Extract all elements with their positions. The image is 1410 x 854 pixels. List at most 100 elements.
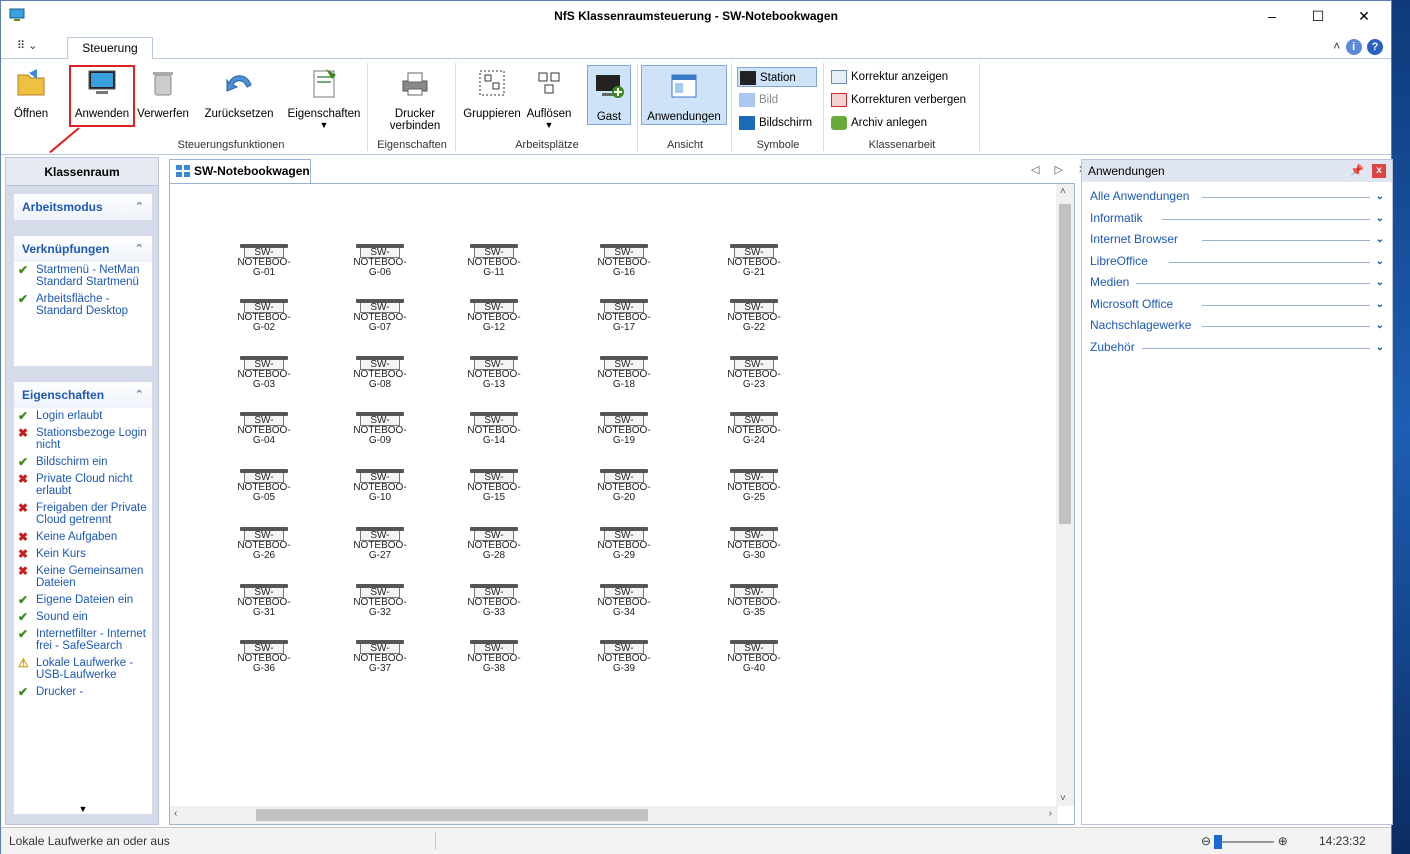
scroll-down-arrow-icon[interactable]: ˅ <box>1060 793 1066 804</box>
anwendungen-view-button[interactable]: Anwendungen <box>641 65 727 125</box>
chevron-down-icon[interactable]: ⌄ <box>1376 272 1384 294</box>
property-item[interactable]: ✔ Arbeitsfläche - Standard Desktop <box>14 291 152 320</box>
notebook-station[interactable]: SW- NOTEBOO- G-15 <box>464 469 524 513</box>
zuruecksetzen-button[interactable]: Zurücksetzen <box>201 67 277 120</box>
property-item[interactable]: ⚠ Lokale Laufwerke - USB-Laufwerke <box>14 655 152 684</box>
notebook-station[interactable]: SW- NOTEBOO- G-36 <box>234 640 294 684</box>
vertical-scroll-thumb[interactable] <box>1059 204 1071 524</box>
oeffnen-button[interactable]: Öffnen <box>5 67 57 120</box>
property-item[interactable]: ✔ Sound ein <box>14 609 152 626</box>
chevron-down-icon[interactable]: ⌄ <box>1376 208 1384 230</box>
notebook-station[interactable]: SW- NOTEBOO- G-28 <box>464 527 524 571</box>
zoom-control[interactable]: ⊖ ⊕ <box>1201 828 1288 854</box>
property-item[interactable]: ✖ Keine Aufgaben <box>14 529 152 546</box>
scroll-up-arrow-icon[interactable]: ˄ <box>1060 186 1066 197</box>
notebook-station[interactable]: SW- NOTEBOO- G-22 <box>724 299 784 343</box>
notebook-station[interactable]: SW- NOTEBOO- G-01 <box>234 244 294 288</box>
application-category[interactable]: Alle Anwendungen ⌄ <box>1082 186 1392 208</box>
verwerfen-button[interactable]: Verwerfen <box>135 67 191 120</box>
chevron-down-icon[interactable]: ⌄ <box>1376 229 1384 251</box>
chevron-up-icon[interactable]: ⌃ <box>135 194 144 220</box>
notebook-station[interactable]: SW- NOTEBOO- G-35 <box>724 584 784 628</box>
notebook-station[interactable]: SW- NOTEBOO- G-02 <box>234 299 294 343</box>
notebook-station[interactable]: SW- NOTEBOO- G-16 <box>594 244 654 288</box>
chevron-up-icon[interactable]: ⌃ <box>135 236 144 262</box>
eigenschaften-button[interactable]: Eigenschaften ▼ <box>283 67 365 130</box>
property-item[interactable]: ✖ Keine Gemeinsamen Dateien <box>14 563 152 592</box>
application-category[interactable]: Internet Browser ⌄ <box>1082 229 1392 251</box>
close-button[interactable]: ✕ <box>1341 1 1387 31</box>
horizontal-scrollbar[interactable]: ‹ › <box>170 806 1058 824</box>
drucker-verbinden-button[interactable]: Drucker verbinden <box>377 67 453 132</box>
property-item[interactable]: ✖ Kein Kurs <box>14 546 152 563</box>
symbol-bild-button[interactable]: Bild <box>739 90 778 110</box>
chevron-down-icon[interactable]: ⌄ <box>1376 337 1384 359</box>
notebook-station[interactable]: SW- NOTEBOO- G-18 <box>594 356 654 400</box>
korrektur-anzeigen-button[interactable]: Korrektur anzeigen <box>831 67 948 87</box>
notebook-station[interactable]: SW- NOTEBOO- G-03 <box>234 356 294 400</box>
tab-sw-notebookwagen[interactable]: SW-Notebookwagen <box>169 159 311 183</box>
scroll-left-arrow-icon[interactable]: ‹ <box>174 808 177 819</box>
close-panel-icon[interactable]: x <box>1372 164 1386 178</box>
notebook-station[interactable]: SW- NOTEBOO- G-10 <box>350 469 410 513</box>
zoom-in-icon[interactable]: ⊕ <box>1278 834 1288 848</box>
notebook-station[interactable]: SW- NOTEBOO- G-14 <box>464 412 524 456</box>
notebook-station[interactable]: SW- NOTEBOO- G-19 <box>594 412 654 456</box>
gruppieren-button[interactable]: Gruppieren <box>461 67 523 120</box>
symbol-station-button[interactable]: Station <box>737 67 817 87</box>
aufloesen-dropdown-icon[interactable]: ▼ <box>523 120 575 130</box>
application-category[interactable]: Informatik ⌄ <box>1082 208 1392 230</box>
notebook-station[interactable]: SW- NOTEBOO- G-25 <box>724 469 784 513</box>
eigenschaften-header[interactable]: Eigenschaften ⌃ <box>14 382 152 408</box>
archiv-anlegen-button[interactable]: Archiv anlegen <box>831 113 927 133</box>
notebook-station[interactable]: SW- NOTEBOO- G-12 <box>464 299 524 343</box>
property-item[interactable]: ✔ Drucker - <box>14 684 152 701</box>
pin-icon[interactable]: 📌 <box>1350 160 1364 182</box>
property-item[interactable]: ✔ Startmenü - NetMan Standard Startmenü <box>14 262 152 291</box>
property-item[interactable]: ✔ Login erlaubt <box>14 408 152 425</box>
chevron-down-icon[interactable]: ⌄ <box>1376 251 1384 273</box>
notebook-station[interactable]: SW- NOTEBOO- G-06 <box>350 244 410 288</box>
symbol-bildschirm-button[interactable]: Bildschirm <box>739 113 812 133</box>
aufloesen-button[interactable]: Auflösen ▼ <box>523 67 575 130</box>
notebook-station[interactable]: SW- NOTEBOO- G-11 <box>464 244 524 288</box>
arbeitsmodus-header[interactable]: Arbeitsmodus ⌃ <box>14 194 152 220</box>
application-category[interactable]: Zubehör ⌄ <box>1082 337 1392 359</box>
verknuepfungen-header[interactable]: Verknüpfungen ⌃ <box>14 236 152 262</box>
minimize-button[interactable]: – <box>1249 1 1295 31</box>
notebook-station[interactable]: SW- NOTEBOO- G-08 <box>350 356 410 400</box>
info-icon[interactable]: i <box>1345 39 1362 55</box>
chevron-up-icon[interactable]: ⌃ <box>135 382 144 408</box>
notebook-station[interactable]: SW- NOTEBOO- G-21 <box>724 244 784 288</box>
zoom-out-icon[interactable]: ⊖ <box>1201 834 1211 848</box>
notebook-station[interactable]: SW- NOTEBOO- G-07 <box>350 299 410 343</box>
notebook-station[interactable]: SW- NOTEBOO- G-09 <box>350 412 410 456</box>
chevron-down-icon[interactable]: ⌄ <box>1376 294 1384 316</box>
application-category[interactable]: Medien ⌄ <box>1082 272 1392 294</box>
notebook-station[interactable]: SW- NOTEBOO- G-29 <box>594 527 654 571</box>
gast-button[interactable]: Gast <box>587 65 631 125</box>
notebook-station[interactable]: SW- NOTEBOO- G-05 <box>234 469 294 513</box>
notebook-station[interactable]: SW- NOTEBOO- G-27 <box>350 527 410 571</box>
zoom-slider[interactable] <box>1214 834 1275 849</box>
korrekturen-verbergen-button[interactable]: Korrekturen verbergen <box>831 90 966 110</box>
notebook-station[interactable]: SW- NOTEBOO- G-26 <box>234 527 294 571</box>
notebook-station[interactable]: SW- NOTEBOO- G-37 <box>350 640 410 684</box>
property-item[interactable]: ✖ Private Cloud nicht erlaubt <box>14 471 152 500</box>
notebook-station[interactable]: SW- NOTEBOO- G-24 <box>724 412 784 456</box>
notebook-station[interactable]: SW- NOTEBOO- G-30 <box>724 527 784 571</box>
horizontal-scroll-thumb[interactable] <box>256 809 648 821</box>
scroll-down-icon[interactable]: ▼ <box>14 804 152 814</box>
notebook-station[interactable]: SW- NOTEBOO- G-39 <box>594 640 654 684</box>
scroll-right-arrow-icon[interactable]: › <box>1049 808 1052 819</box>
chevron-down-icon[interactable]: ⌄ <box>1376 186 1384 208</box>
classroom-canvas[interactable]: SW- NOTEBOO- G-01 SW- NOTEBOO- G-06 SW- NOTEBOO… <box>169 183 1075 825</box>
notebook-station[interactable]: SW- NOTEBOO- G-33 <box>464 584 524 628</box>
notebook-station[interactable]: SW- NOTEBOO- G-31 <box>234 584 294 628</box>
notebook-station[interactable]: SW- NOTEBOO- G-20 <box>594 469 654 513</box>
application-category[interactable]: LibreOffice ⌄ <box>1082 251 1392 273</box>
notebook-station[interactable]: SW- NOTEBOO- G-04 <box>234 412 294 456</box>
notebook-station[interactable]: SW- NOTEBOO- G-40 <box>724 640 784 684</box>
application-category[interactable]: Nachschlagewerke ⌄ <box>1082 315 1392 337</box>
notebook-station[interactable]: SW- NOTEBOO- G-13 <box>464 356 524 400</box>
